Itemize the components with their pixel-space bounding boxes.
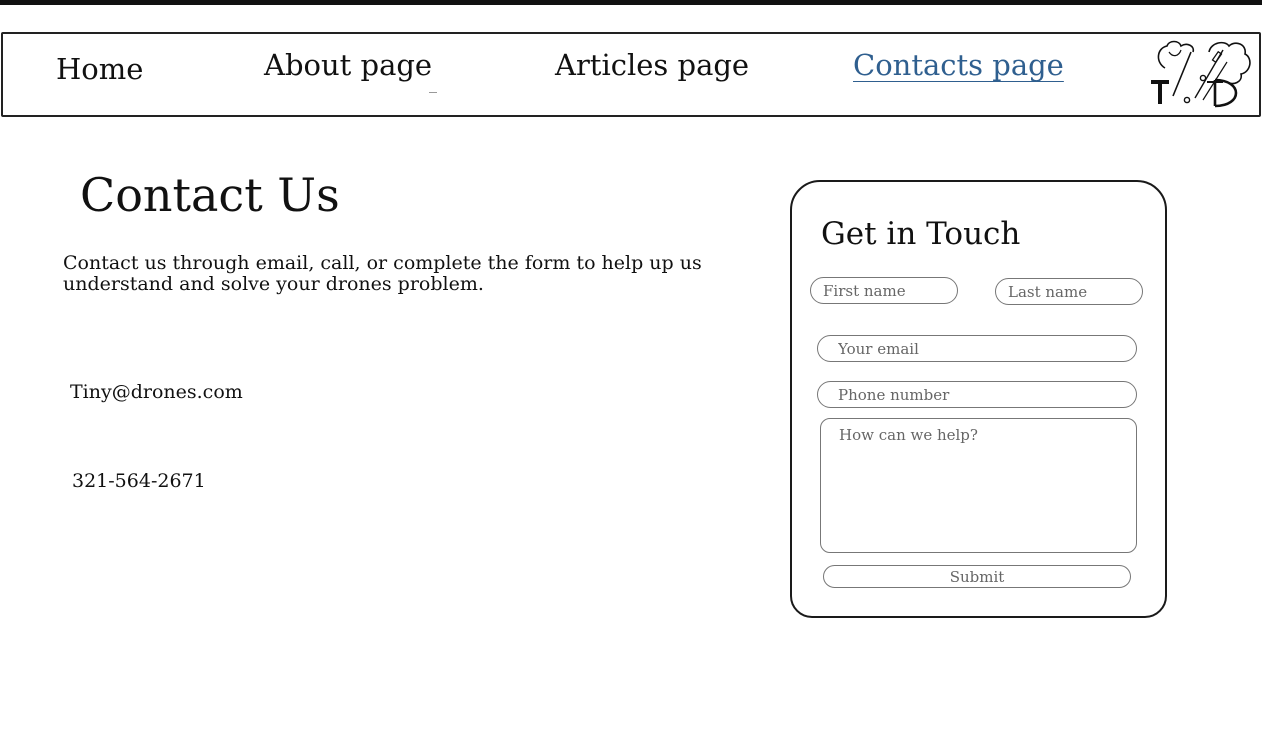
top-rule — [0, 0, 1262, 5]
contact-phone[interactable]: 321-564-2671 — [72, 470, 206, 492]
submit-button[interactable]: Submit — [823, 565, 1131, 588]
contact-email[interactable]: Tiny@drones.com — [70, 381, 243, 403]
intro-text: Contact us through email, call, or compl… — [63, 252, 702, 295]
nav-link-about[interactable]: About page — [264, 48, 432, 82]
nav-link-home[interactable]: Home — [56, 52, 143, 86]
email-field[interactable] — [817, 335, 1137, 362]
message-field[interactable] — [820, 418, 1137, 553]
first-name-field[interactable] — [810, 277, 958, 304]
nav-link-articles[interactable]: Articles page — [555, 48, 749, 82]
nav-divider-mark — [429, 92, 437, 93]
form-title: Get in Touch — [821, 216, 1021, 252]
last-name-field[interactable] — [995, 278, 1143, 305]
contact-form-card: Get in Touch Submit — [790, 180, 1167, 618]
phone-field[interactable] — [817, 381, 1137, 408]
drone-logo-icon[interactable] — [1147, 38, 1251, 110]
navbar: Home About page Articles page Contacts p… — [1, 32, 1261, 117]
nav-link-contacts[interactable]: Contacts page — [853, 48, 1064, 82]
page-title: Contact Us — [80, 168, 340, 222]
